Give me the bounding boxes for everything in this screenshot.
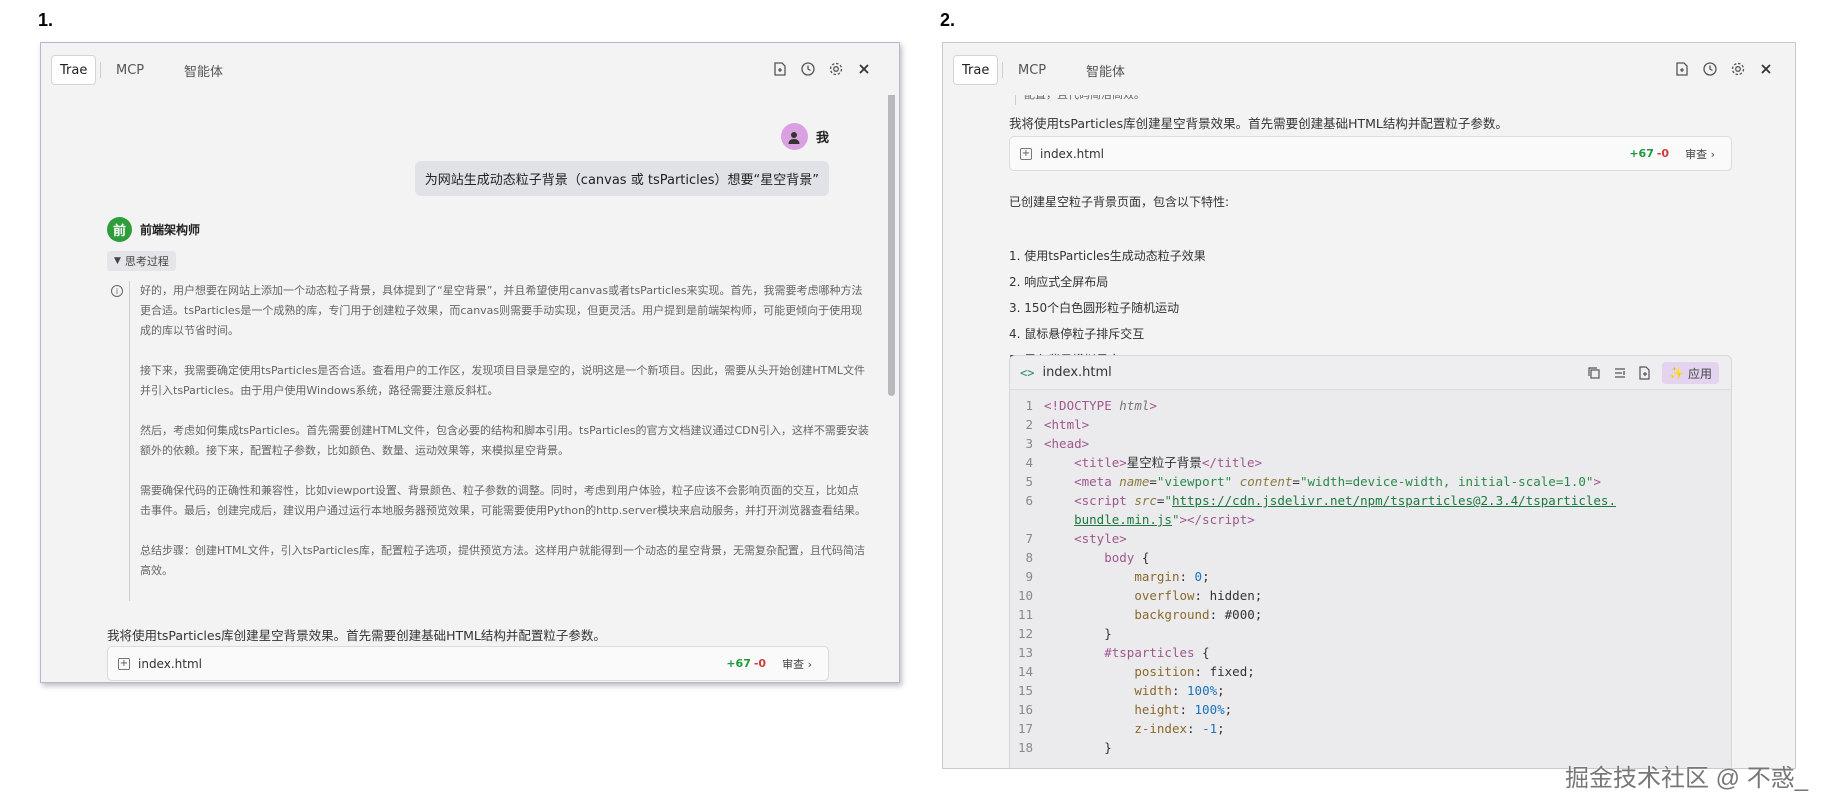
code-line: 17 z-index: -1;: [1017, 721, 1225, 736]
thinking-paragraph: 总结步骤：创建HTML文件，引入tsParticles库，配置粒子选项，提供预览…: [140, 544, 866, 577]
code-line: 16 height: 100%;: [1017, 702, 1233, 717]
file-name: index.html: [138, 656, 202, 671]
review-label: 审查: [782, 657, 805, 671]
thinking-content: 好的，用户想要在网站上添加一个动态粒子背景，具体提到了“星空背景”，并且希望使用…: [129, 281, 869, 601]
agent-header: 前 前端架构师: [107, 217, 200, 242]
tab-trae[interactable]: Trae: [51, 55, 97, 85]
agent-avatar: 前: [107, 217, 132, 242]
new-chat-icon[interactable]: [1671, 58, 1693, 80]
file-change-card[interactable]: + index.html +67 -0 审查 ›: [107, 646, 829, 681]
settings-gear-icon[interactable]: [825, 58, 847, 80]
thinking-toggle[interactable]: ▼ 思考过程: [107, 251, 176, 271]
file-change-card[interactable]: + index.html +67 -0 审查 ›: [1009, 136, 1732, 171]
file-name: index.html: [1040, 146, 1104, 161]
summary-intro: 已创建星空粒子背景页面，包含以下特性:: [1009, 195, 1230, 209]
chat-panel-2: Trae MCP 智能体 配置，且代码简洁高效。 我将使用tsParticles…: [942, 42, 1796, 769]
history-icon[interactable]: [1699, 58, 1721, 80]
thinking-paragraph: 然后，考虑如何集成tsParticles。首先需要创建HTML文件，包含必要的结…: [140, 424, 869, 457]
chat-panel-1: Trae MCP 智能体 我 为网站生成动态粒子背景（canvas 或 tsPa…: [40, 42, 900, 683]
code-block-header: <> index.html ✨ 应用: [1010, 356, 1731, 390]
user-header: 我: [780, 123, 829, 150]
code-line: 18 }: [1017, 740, 1112, 755]
list-item: 3. 150个白色圆形粒子随机运动: [1009, 301, 1180, 315]
tab-trae[interactable]: Trae: [953, 55, 999, 85]
code-brackets-icon: <>: [1020, 365, 1035, 380]
code-line: 4 <title>星空粒子背景</title>: [1025, 455, 1263, 470]
scrollbar-thumb[interactable]: [888, 91, 895, 396]
thinking-bulb-icon: i: [111, 285, 123, 297]
tab-agents[interactable]: 智能体: [1086, 55, 1125, 85]
reply-intro: 我将使用tsParticles库创建星空背景效果。首先需要创建基础HTML结构并…: [107, 628, 606, 643]
code-line: 15 width: 100%;: [1017, 683, 1225, 698]
code-line: 8 body {: [1025, 550, 1150, 565]
tab-agents[interactable]: 智能体: [184, 55, 223, 85]
history-icon[interactable]: [797, 58, 819, 80]
close-icon[interactable]: [853, 58, 875, 80]
watermark: 掘金技术社区 @ 不惑_: [1565, 765, 1809, 792]
lines-added: +67: [1629, 147, 1654, 160]
code-line: 11 background: #000;: [1017, 607, 1263, 622]
thinking-paragraph: 接下来，我需要确定使用tsParticles是否合适。查看用户的工作区，发现项目…: [140, 364, 866, 397]
tab-separator: [1002, 62, 1003, 78]
code-line: 9 margin: 0;: [1025, 569, 1210, 584]
magic-wand-icon: ✨: [1669, 366, 1684, 380]
figure-label-1: 1.: [38, 10, 54, 30]
expand-plus-icon[interactable]: +: [1020, 147, 1032, 160]
lines-removed: -0: [753, 657, 767, 670]
code-line: 13 #tsparticles {: [1017, 645, 1210, 660]
copy-icon[interactable]: [1583, 362, 1605, 384]
thinking-toggle-label: 思考过程: [124, 255, 169, 268]
list-item: 1. 使用tsParticles生成动态粒子效果: [1009, 249, 1206, 263]
code-line: 12 }: [1017, 626, 1112, 641]
code-line: 5 <meta name="viewport" content="width=d…: [1025, 474, 1601, 489]
code-line: 14 position: fixed;: [1017, 664, 1255, 679]
thinking-paragraph: 需要确保代码的正确性和兼容性，比如viewport设置、背景颜色、粒子参数的调整…: [140, 484, 867, 517]
list-item: 2. 响应式全屏布局: [1009, 275, 1109, 289]
review-button[interactable]: 审查 ›: [1685, 146, 1715, 162]
user-avatar: [780, 123, 808, 150]
tab-mcp[interactable]: MCP: [1018, 55, 1046, 85]
tab-separator: [100, 62, 101, 78]
new-chat-icon[interactable]: [769, 58, 791, 80]
lines-added: +67: [726, 657, 751, 670]
code-line: bundle.min.js"></script>: [1074, 512, 1255, 527]
tab-bar: Trae MCP 智能体: [943, 43, 1795, 95]
insert-icon[interactable]: [1609, 362, 1631, 384]
code-lines: 1 <!DOCTYPE html> 2 <html> 3 <head> 4 <titl…: [1010, 390, 1731, 757]
settings-gear-icon[interactable]: [1727, 58, 1749, 80]
code-line: 2 <html>: [1025, 417, 1090, 432]
expand-plus-icon[interactable]: +: [118, 657, 130, 670]
reply-intro: 我将使用tsParticles库创建星空背景效果。首先需要创建基础HTML结构并…: [1009, 116, 1508, 131]
new-file-icon[interactable]: [1633, 362, 1655, 384]
code-block: <> index.html ✨ 应用 1 <!DOCTYPE html> 2 <ht…: [1009, 355, 1732, 768]
apply-button[interactable]: ✨ 应用: [1662, 362, 1719, 384]
list-item: 4. 鼠标悬停粒子排斥交互: [1009, 327, 1145, 341]
user-message-bubble: 为网站生成动态粒子背景（canvas 或 tsParticles）想要“星空背景…: [414, 161, 829, 196]
code-file-name: index.html: [1042, 365, 1112, 380]
agent-name: 前端架构师: [140, 223, 201, 237]
figure-label-2: 2.: [940, 10, 956, 30]
thinking-paragraph: 好的，用户想要在网站上添加一个动态粒子背景，具体提到了“星空背景”，并且希望使用…: [140, 284, 863, 337]
user-name: 我: [815, 131, 829, 146]
code-line: 7 <style>: [1025, 531, 1127, 546]
review-label: 审查: [1685, 147, 1708, 161]
code-line: 10 overflow: hidden;: [1017, 588, 1263, 603]
apply-label: 应用: [1687, 366, 1712, 381]
tab-mcp[interactable]: MCP: [116, 55, 144, 85]
close-icon[interactable]: [1755, 58, 1777, 80]
code-line: 3 <head>: [1025, 436, 1090, 451]
tab-bar: Trae MCP 智能体: [41, 43, 899, 95]
chevron-down-icon: ▼: [114, 256, 121, 266]
code-line: 1 <!DOCTYPE html>: [1025, 398, 1157, 413]
lines-removed: -0: [1656, 147, 1670, 160]
review-button[interactable]: 审查 ›: [782, 656, 812, 672]
code-line: 6 <script src="https://cdn.jsdelivr.net/…: [1025, 493, 1616, 508]
